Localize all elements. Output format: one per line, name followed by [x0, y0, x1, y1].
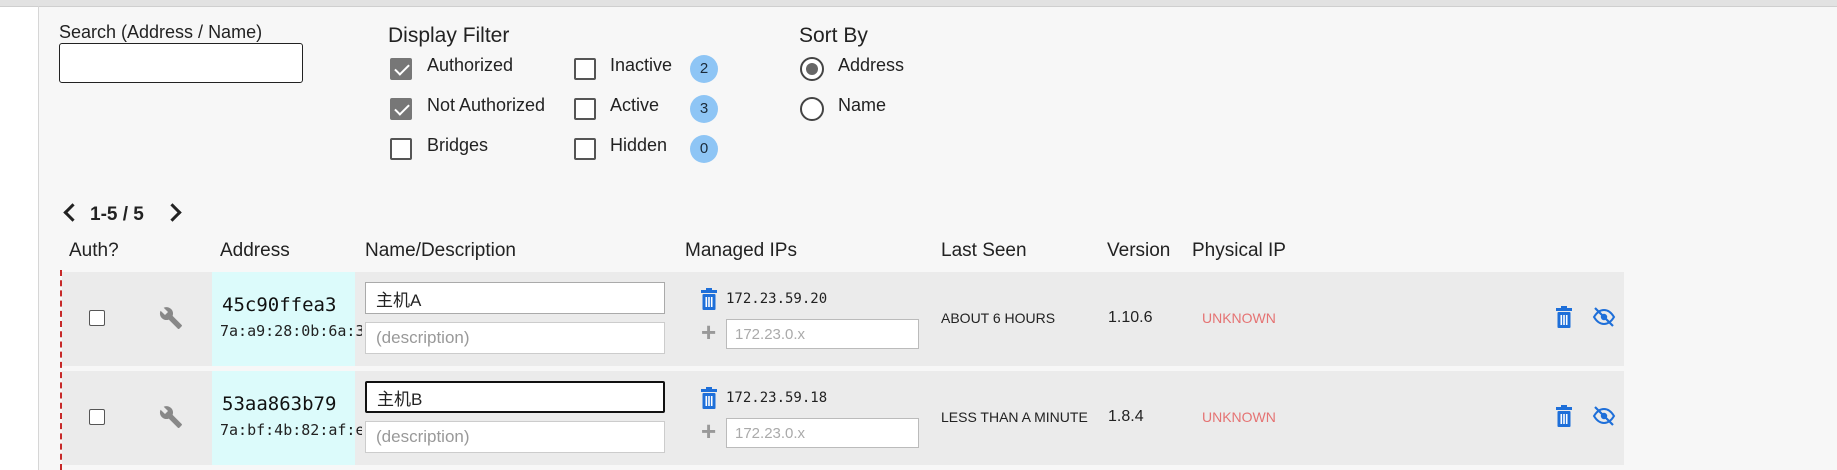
managed-ip: 172.23.59.20	[726, 291, 828, 307]
sort-address-radio[interactable]	[800, 57, 824, 81]
hide-member-icon[interactable]	[1592, 406, 1616, 426]
bridges-checkbox[interactable]	[390, 138, 412, 160]
inactive-checkbox[interactable]	[574, 58, 596, 80]
table-row: 53aa863b79 7a:bf:4b:82:af:e 172.23.59.18…	[62, 371, 1624, 465]
member-address: 53aa863b79	[222, 393, 337, 415]
sort-by-title: Sort By	[799, 24, 868, 47]
inactive-label: Inactive	[610, 55, 673, 75]
member-description-input[interactable]	[365, 421, 665, 453]
bridges-label: Bridges	[427, 135, 489, 155]
col-address: Address	[220, 240, 290, 261]
search-input[interactable]	[59, 43, 303, 83]
member-mac: 7a:a9:28:0b:6a:3	[220, 322, 362, 340]
col-managed-ips: Managed IPs	[685, 240, 797, 261]
col-version: Version	[1107, 240, 1171, 261]
top-bar	[0, 0, 1837, 7]
not-authorized-label: Not Authorized	[427, 95, 546, 115]
address-cell	[212, 272, 355, 366]
col-auth: Auth?	[69, 240, 119, 261]
version: 1.8.4	[1108, 408, 1144, 425]
authorized-label: Authorized	[427, 55, 514, 75]
hidden-count-badge: 0	[690, 135, 718, 163]
hidden-checkbox[interactable]	[574, 138, 596, 160]
auth-checkbox[interactable]	[89, 409, 105, 425]
member-address: 45c90ffea3	[222, 294, 337, 316]
new-ip-input[interactable]	[726, 319, 919, 349]
authorized-checkbox[interactable]	[390, 58, 412, 80]
hidden-label: Hidden	[610, 135, 668, 155]
col-physical-ip: Physical IP	[1192, 240, 1286, 261]
delete-ip-icon[interactable]	[700, 387, 718, 409]
active-checkbox[interactable]	[574, 98, 596, 120]
last-seen: LESS THAN A MINUTE	[941, 409, 1088, 425]
not-authorized-checkbox[interactable]	[390, 98, 412, 120]
address-cell	[212, 371, 355, 465]
delete-ip-icon[interactable]	[700, 288, 718, 310]
last-seen: ABOUT 6 HOURS	[941, 310, 1056, 326]
delete-member-icon[interactable]	[1555, 405, 1573, 427]
member-name-input[interactable]	[365, 282, 665, 314]
pagination-range: 1-5 / 5	[90, 204, 144, 225]
table-row: 45c90ffea3 7a:a9:28:0b:6a:3 172.23.59.20…	[62, 272, 1624, 366]
auth-checkbox[interactable]	[89, 310, 105, 326]
add-ip-icon[interactable]: +	[701, 418, 716, 444]
version: 1.10.6	[1108, 309, 1153, 326]
sort-name-label: Name	[838, 95, 887, 115]
col-name: Name/Description	[365, 240, 516, 261]
new-ip-input[interactable]	[726, 418, 919, 448]
delete-member-icon[interactable]	[1555, 306, 1573, 328]
wrench-icon[interactable]	[159, 306, 183, 330]
member-description-input[interactable]	[365, 322, 665, 354]
add-ip-icon[interactable]: +	[701, 319, 716, 345]
search-label: Search (Address / Name)	[59, 22, 263, 42]
active-count-badge: 3	[690, 95, 718, 123]
col-last-seen: Last Seen	[941, 240, 1027, 261]
display-filter-title: Display Filter	[388, 24, 510, 47]
physical-ip: UNKNOWN	[1202, 310, 1276, 326]
sort-name-radio[interactable]	[800, 97, 824, 121]
active-label: Active	[610, 95, 660, 115]
member-mac: 7a:bf:4b:82:af:e	[220, 421, 362, 439]
sort-address-label: Address	[838, 55, 905, 75]
wrench-icon[interactable]	[159, 405, 183, 429]
physical-ip: UNKNOWN	[1202, 409, 1276, 425]
inactive-count-badge: 2	[690, 55, 718, 83]
hide-member-icon[interactable]	[1592, 307, 1616, 327]
member-name-input[interactable]	[365, 381, 665, 413]
managed-ip: 172.23.59.18	[726, 390, 828, 406]
